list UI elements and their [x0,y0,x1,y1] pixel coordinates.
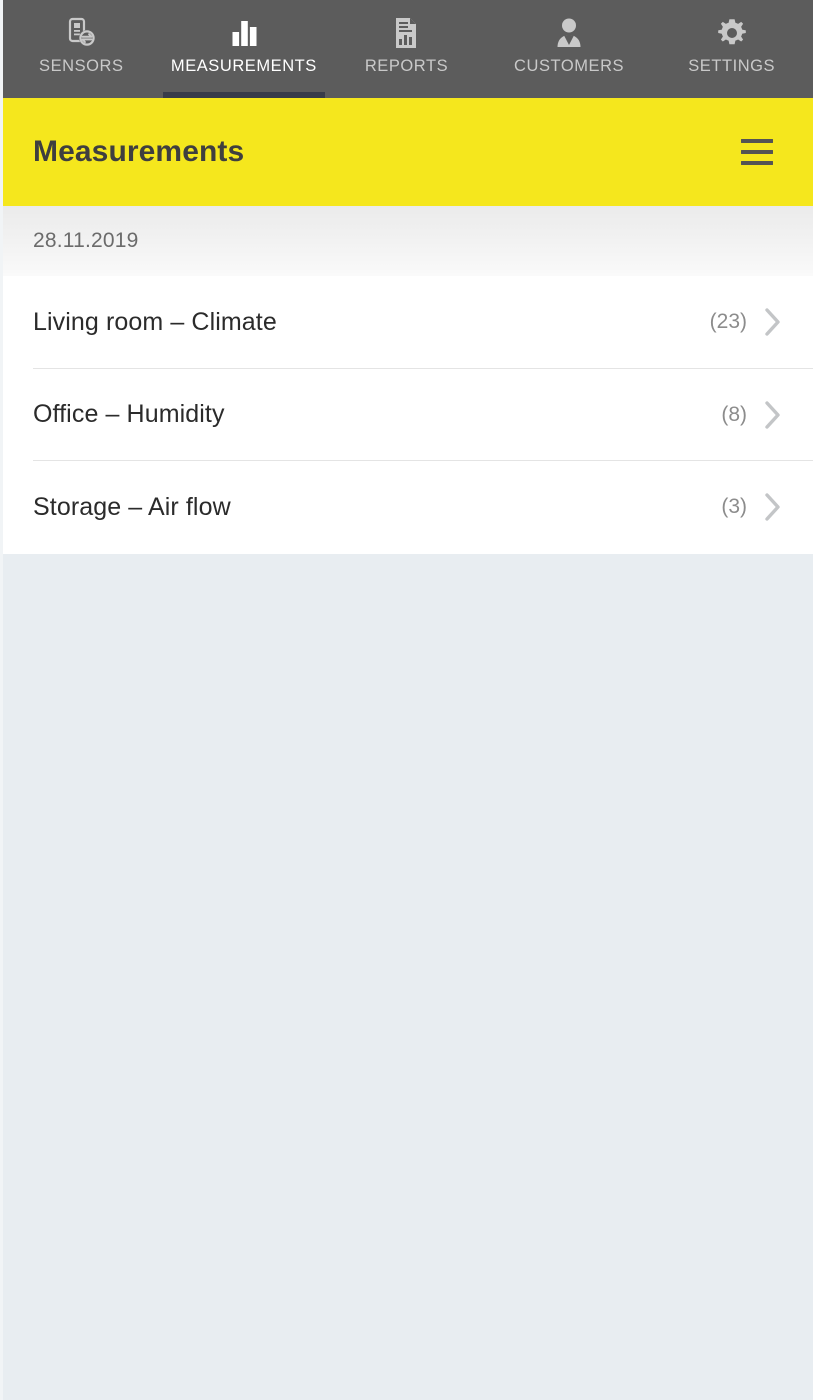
menu-bar [741,150,773,154]
menu-bar [741,161,773,165]
left-edge-highlight [0,0,3,1400]
list-item-title: Living room – Climate [33,307,277,336]
nav-tab-label: SETTINGS [688,57,776,75]
report-doc-icon [389,12,423,54]
bar-chart-icon [227,12,261,54]
chevron-right-icon[interactable] [761,305,785,339]
hamburger-menu-icon[interactable] [735,129,781,175]
list-item[interactable]: Office – Humidity (8) [0,368,813,461]
chevron-right-icon[interactable] [761,490,785,524]
sensor-sync-icon [64,12,98,54]
nav-tab-label: REPORTS [364,57,449,75]
nav-tab-measurements[interactable]: MEASUREMENTS [162,0,326,98]
gear-icon [715,12,749,54]
nav-tab-customers[interactable]: CUSTOMERS [488,0,651,98]
page-header: Measurements [0,98,813,206]
list-item-title: Office – Humidity [33,400,225,429]
chevron-right-icon[interactable] [761,398,785,432]
nav-tab-settings[interactable]: SETTINGS [650,0,813,98]
date-section-header: 28.11.2019 [0,206,813,276]
list-item[interactable]: Storage – Air flow (3) [0,461,813,554]
top-navigation-bar: SENSORS MEASUREMENTS REPORTS CUSTOMERS S… [0,0,813,98]
list-item-count: (8) [721,402,747,426]
list-item-count: (3) [721,495,747,519]
list-item-count: (23) [709,310,747,334]
person-icon [552,12,586,54]
nav-tab-label: MEASUREMENTS [170,57,317,75]
nav-tab-label: SENSORS [39,57,124,75]
date-label: 28.11.2019 [33,229,139,252]
app-root: SENSORS MEASUREMENTS REPORTS CUSTOMERS S… [0,0,813,1400]
list-item[interactable]: Living room – Climate (23) [0,276,813,369]
nav-tab-reports[interactable]: REPORTS [325,0,488,98]
nav-tab-label: CUSTOMERS [514,57,625,75]
measurement-list: Living room – Climate (23) Office – Humi… [0,276,813,554]
menu-bar [741,139,773,143]
nav-tab-sensors[interactable]: SENSORS [0,0,163,98]
list-item-title: Storage – Air flow [33,492,231,521]
page-title: Measurements [33,135,245,168]
